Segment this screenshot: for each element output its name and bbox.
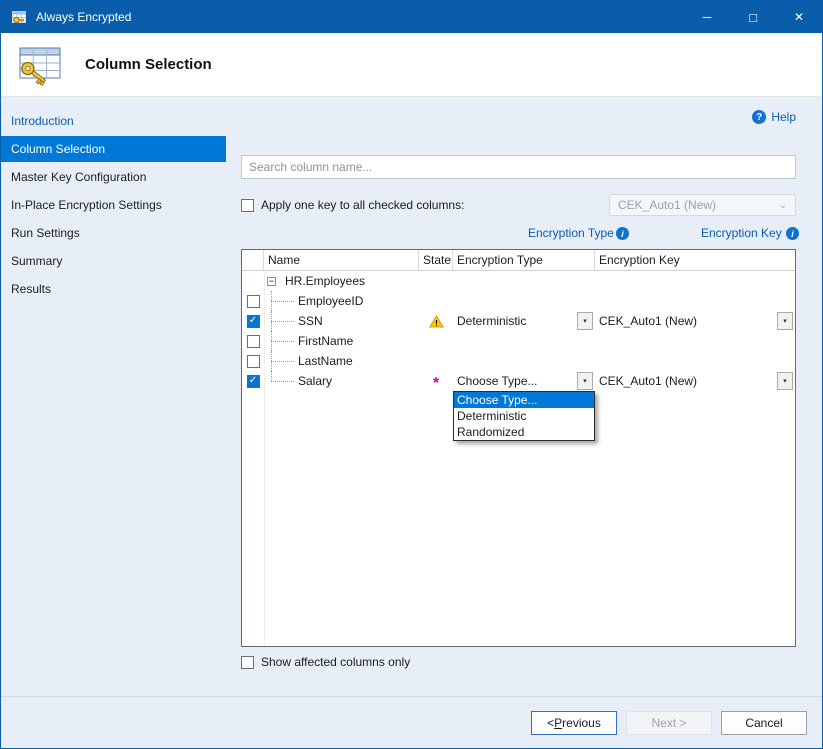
tree-guide xyxy=(264,331,298,351)
encryption-key-value: CEK_Auto1 (New) xyxy=(599,314,697,328)
table-row: LastName xyxy=(242,351,795,371)
row-checkbox-firstname[interactable] xyxy=(247,335,260,348)
columns-grid: Name State Encryption Type Encryption Ke… xyxy=(241,249,796,647)
warning-icon: ! xyxy=(429,315,444,328)
sidebar-item-results[interactable]: Results xyxy=(1,276,226,302)
previous-button-accel: P xyxy=(554,716,562,730)
row-checkbox-employeeid[interactable] xyxy=(247,295,260,308)
wizard-steps-sidebar: Introduction Column Selection Master Key… xyxy=(1,97,226,696)
tree-collapse-icon[interactable]: − xyxy=(267,277,276,286)
encryption-type-value: Deterministic xyxy=(457,314,526,328)
apply-key-label: Apply one key to all checked columns: xyxy=(261,198,464,212)
required-icon: * xyxy=(433,376,439,392)
sidebar-item-summary[interactable]: Summary xyxy=(1,248,226,274)
encryption-type-open-dropdown: Choose Type... Deterministic Randomized xyxy=(453,391,595,441)
dropdown-option-choose-type[interactable]: Choose Type... xyxy=(454,392,594,408)
table-row: FirstName xyxy=(242,331,795,351)
help-row: ? Help xyxy=(241,109,796,125)
encryption-key-dropdown-button[interactable]: ▾ xyxy=(777,372,793,390)
apply-key-row: Apply one key to all checked columns: CE… xyxy=(241,194,796,216)
header-state: State xyxy=(419,250,453,270)
next-button[interactable]: Next > xyxy=(626,711,712,735)
encryption-type-dropdown-button[interactable]: ▾ xyxy=(577,312,593,330)
encryption-type-dropdown-button[interactable]: ▾ xyxy=(577,372,593,390)
tree-guide xyxy=(264,351,298,371)
minimize-button[interactable]: ─ xyxy=(684,1,730,33)
close-button[interactable]: ✕ xyxy=(776,1,822,33)
apply-key-checkbox-label: Apply one key to all checked columns: xyxy=(241,198,464,212)
column-name: FirstName xyxy=(298,334,353,348)
show-affected-checkbox[interactable] xyxy=(241,656,254,669)
show-affected-row: Show affected columns only xyxy=(241,655,796,669)
show-affected-label: Show affected columns only xyxy=(261,655,410,669)
window-title: Always Encrypted xyxy=(36,10,131,24)
column-name: LastName xyxy=(298,354,353,368)
tree-guide xyxy=(264,371,298,391)
page-title: Column Selection xyxy=(85,56,212,73)
column-name: SSN xyxy=(298,314,323,328)
tree-guide xyxy=(264,291,298,311)
column-links-row: Encryption Type i Encryption Key i xyxy=(241,226,796,242)
row-checkbox-ssn[interactable]: ✓ xyxy=(247,315,260,328)
footer-bar: < Previous Next > Cancel xyxy=(1,696,822,748)
always-encrypted-window: Always Encrypted ─ □ ✕ Column Sele xyxy=(0,0,823,749)
encryption-key-info-icon[interactable]: i xyxy=(786,227,799,240)
row-checkbox-salary[interactable]: ✓ xyxy=(247,375,260,388)
apply-key-value: CEK_Auto1 (New) xyxy=(618,198,716,212)
sidebar-item-in-place-encryption-settings[interactable]: In-Place Encryption Settings xyxy=(1,192,226,218)
app-icon xyxy=(11,9,27,25)
header-encryption-type: Encryption Type xyxy=(453,250,595,270)
encryption-type-info-icon[interactable]: i xyxy=(616,227,629,240)
encryption-key-link[interactable]: Encryption Key xyxy=(701,226,782,240)
table-row: ✓ Salary * Choose Type... ▾ CEK_Auto1 (N… xyxy=(242,371,795,391)
row-checkbox-lastname[interactable] xyxy=(247,355,260,368)
sidebar-item-introduction[interactable]: Introduction xyxy=(1,108,226,134)
header-encryption-key: Encryption Key xyxy=(595,250,795,270)
sidebar-item-column-selection[interactable]: Column Selection xyxy=(1,136,226,162)
dropdown-option-randomized[interactable]: Randomized xyxy=(454,424,594,440)
encryption-type-value: Choose Type... xyxy=(457,374,538,388)
header-checkbox-column xyxy=(242,250,264,270)
wizard-header: Column Selection xyxy=(1,33,822,97)
chevron-down-icon: ⌄ xyxy=(779,200,787,211)
encryption-type-link[interactable]: Encryption Type xyxy=(528,226,614,240)
apply-key-checkbox[interactable] xyxy=(241,199,254,212)
window-controls: ─ □ ✕ xyxy=(684,1,822,33)
titlebar: Always Encrypted ─ □ ✕ xyxy=(1,1,822,33)
maximize-button[interactable]: □ xyxy=(730,1,776,33)
main-area: Introduction Column Selection Master Key… xyxy=(1,97,822,696)
dropdown-option-deterministic[interactable]: Deterministic xyxy=(454,408,594,424)
apply-key-combobox[interactable]: CEK_Auto1 (New) ⌄ xyxy=(609,194,796,216)
column-name: Salary xyxy=(298,374,332,388)
tree-guide xyxy=(264,311,298,331)
help-link[interactable]: Help xyxy=(771,110,796,124)
encryption-key-dropdown-button[interactable]: ▾ xyxy=(777,312,793,330)
table-row: ✓ SSN ! Determinist xyxy=(242,311,795,331)
grid-header: Name State Encryption Type Encryption Ke… xyxy=(242,250,795,271)
svg-text:!: ! xyxy=(435,317,438,327)
content-panel: ? Help Apply one key to all checked colu… xyxy=(226,97,822,696)
cancel-button[interactable]: Cancel xyxy=(721,711,807,735)
table-row: EmployeeID xyxy=(242,291,795,311)
previous-button[interactable]: < Previous xyxy=(531,711,617,735)
previous-button-rest: revious xyxy=(562,716,601,730)
encryption-key-value: CEK_Auto1 (New) xyxy=(599,374,697,388)
help-icon[interactable]: ? xyxy=(752,110,766,124)
sidebar-item-master-key-configuration[interactable]: Master Key Configuration xyxy=(1,164,226,190)
previous-button-prefix: < xyxy=(547,716,554,730)
table-key-icon xyxy=(17,43,63,87)
sidebar-item-run-settings[interactable]: Run Settings xyxy=(1,220,226,246)
table-group-name: HR.Employees xyxy=(285,274,365,288)
table-row-group: − HR.Employees xyxy=(242,271,795,291)
header-name: Name xyxy=(264,250,419,270)
search-input[interactable] xyxy=(241,155,796,179)
column-name: EmployeeID xyxy=(298,294,363,308)
